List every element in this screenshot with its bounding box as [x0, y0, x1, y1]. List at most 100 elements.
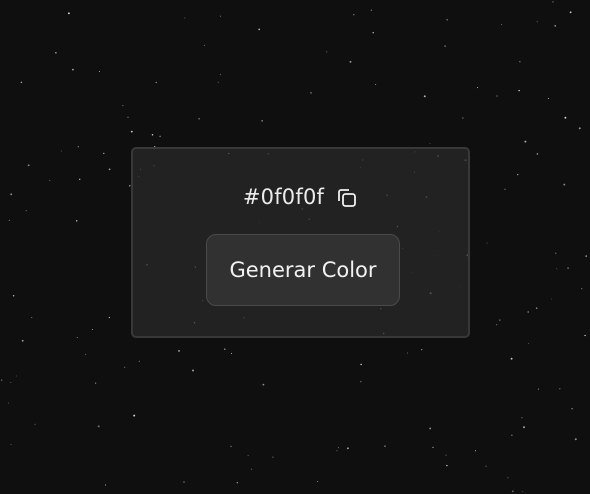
star [261, 120, 263, 122]
star [584, 334, 586, 337]
star [8, 219, 10, 221]
star [108, 168, 111, 171]
star [21, 339, 24, 342]
star [198, 117, 200, 120]
star [7, 402, 9, 404]
star [360, 380, 362, 383]
star [444, 45, 446, 47]
star [151, 133, 154, 136]
star [219, 15, 221, 17]
star [574, 438, 577, 441]
copy-icon[interactable] [336, 187, 358, 209]
color-generator-card: #0f0f0f Generar Color [131, 147, 470, 338]
star [519, 61, 521, 63]
star [384, 445, 386, 448]
star [346, 447, 349, 450]
star [78, 178, 81, 181]
star [485, 465, 487, 467]
star [445, 454, 447, 456]
star [15, 375, 17, 377]
star [504, 188, 506, 190]
star [536, 21, 538, 23]
star [77, 146, 79, 148]
star [236, 482, 238, 484]
star [536, 153, 539, 155]
star [75, 220, 78, 222]
star [552, 1, 554, 3]
star [31, 316, 33, 319]
star [556, 268, 558, 270]
star [517, 173, 519, 176]
star [258, 28, 261, 31]
star [518, 89, 520, 92]
star [133, 414, 136, 417]
star [67, 12, 70, 15]
star [203, 44, 205, 46]
star [423, 95, 426, 98]
star [10, 443, 12, 445]
star [521, 417, 523, 419]
star [407, 352, 408, 354]
star [27, 164, 30, 167]
star [250, 468, 253, 470]
star [122, 104, 124, 107]
star [429, 143, 431, 145]
star [511, 434, 513, 436]
star [12, 295, 15, 297]
star [108, 316, 110, 319]
star [370, 9, 372, 11]
star [60, 150, 62, 152]
star [499, 319, 501, 321]
star [421, 349, 423, 351]
star [103, 152, 105, 155]
star [84, 353, 87, 356]
star [76, 336, 78, 339]
star [230, 352, 233, 355]
star [555, 252, 557, 254]
star [523, 426, 525, 429]
star [375, 83, 377, 85]
star [432, 446, 434, 448]
star [585, 255, 588, 257]
star [511, 490, 514, 493]
star [55, 51, 57, 54]
star [316, 481, 318, 483]
star [138, 360, 140, 362]
star [184, 17, 186, 19]
star [527, 311, 530, 313]
star [510, 357, 513, 360]
star [192, 369, 194, 372]
star [559, 387, 561, 390]
star [507, 477, 509, 479]
star [178, 350, 180, 352]
hex-color-value: #0f0f0f [242, 185, 325, 209]
star [535, 307, 538, 309]
star [496, 95, 498, 97]
star [446, 18, 449, 21]
star [349, 60, 352, 63]
star [522, 491, 524, 493]
star [95, 382, 97, 384]
generate-color-button[interactable]: Generar Color [206, 234, 400, 306]
star [360, 363, 362, 366]
star [326, 51, 328, 53]
star [569, 11, 572, 14]
star [247, 455, 249, 456]
star [49, 179, 51, 181]
color-value-row: #0f0f0f [133, 183, 468, 211]
star [571, 407, 573, 410]
star [462, 117, 464, 119]
star [310, 92, 312, 94]
star [183, 481, 185, 483]
star [155, 81, 157, 84]
star [98, 70, 100, 73]
star [224, 348, 226, 350]
star [446, 464, 448, 467]
star [10, 382, 12, 383]
star [474, 450, 477, 452]
star [563, 183, 566, 186]
star [547, 97, 549, 100]
star [429, 427, 432, 430]
star [230, 445, 232, 448]
star [486, 242, 488, 244]
